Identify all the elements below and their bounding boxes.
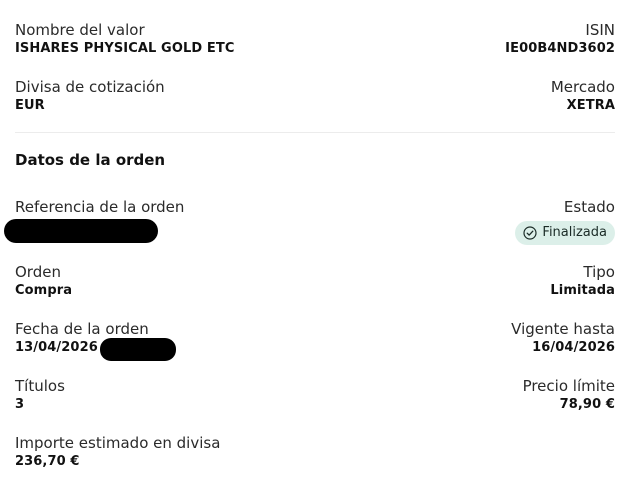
redacted-time — [100, 338, 176, 361]
status-badge: Finalizada — [515, 221, 615, 245]
limit-price-value: 78,90 € — [559, 397, 615, 412]
order-type-value: Compra — [15, 283, 73, 298]
valid-until-value: 16/04/2026 — [532, 340, 615, 355]
instrument-name-value: ISHARES PHYSICAL GOLD ETC — [15, 41, 235, 56]
currency-cell: Divisa de cotización EUR — [15, 77, 165, 114]
limit-price-label: Precio límite — [522, 377, 615, 395]
status-cell: Estado Finalizada — [515, 197, 615, 245]
shares-label: Títulos — [15, 377, 65, 395]
limit-price-cell: Precio límite 78,90 € — [523, 376, 615, 413]
market-cell: Mercado XETRA — [551, 77, 615, 114]
isin-cell: ISIN IE00B4ND3602 — [505, 20, 615, 57]
shares-limit-row: Títulos 3 Precio límite 78,90 € — [15, 376, 615, 413]
valid-until-label: Vigente hasta — [511, 320, 615, 338]
type-kind-row: Orden Compra Tipo Limitada — [15, 262, 615, 299]
status-label: Estado — [563, 198, 615, 216]
estimate-row: Importe estimado en divisa 236,70 € — [15, 433, 615, 470]
market-value: XETRA — [566, 98, 615, 113]
isin-label: ISIN — [585, 21, 615, 39]
order-kind-cell: Tipo Limitada — [550, 262, 615, 299]
shares-value: 3 — [15, 397, 25, 412]
currency-market-row: Divisa de cotización EUR Mercado XETRA — [15, 77, 615, 114]
redacted-reference — [4, 219, 158, 243]
order-kind-value: Limitada — [550, 283, 615, 298]
shares-cell: Títulos 3 — [15, 376, 65, 413]
order-type-cell: Orden Compra — [15, 262, 72, 299]
order-kind-label: Tipo — [583, 263, 615, 281]
currency-value: EUR — [15, 98, 45, 113]
estimate-value: 236,70 € — [15, 454, 80, 469]
instrument-name-label: Nombre del valor — [15, 21, 145, 39]
order-date-label: Fecha de la orden — [15, 320, 149, 338]
order-type-label: Orden — [15, 263, 61, 281]
isin-value: IE00B4ND3602 — [505, 41, 615, 56]
currency-label: Divisa de cotización — [15, 78, 165, 96]
valid-until-cell: Vigente hasta 16/04/2026 — [511, 319, 615, 356]
market-label: Mercado — [550, 78, 615, 96]
order-section-title: Datos de la orden — [15, 151, 166, 169]
reference-cell: Referencia de la orden — [15, 197, 184, 217]
instrument-name-cell: Nombre del valor ISHARES PHYSICAL GOLD E… — [15, 20, 234, 57]
status-value: Finalizada — [542, 225, 607, 240]
reference-label: Referencia de la orden — [15, 198, 185, 216]
instrument-name-row: Nombre del valor ISHARES PHYSICAL GOLD E… — [15, 20, 615, 57]
estimate-cell: Importe estimado en divisa 236,70 € — [15, 433, 220, 470]
estimate-label: Importe estimado en divisa — [15, 434, 221, 452]
section-divider — [15, 132, 615, 133]
check-circle-icon — [523, 226, 538, 240]
